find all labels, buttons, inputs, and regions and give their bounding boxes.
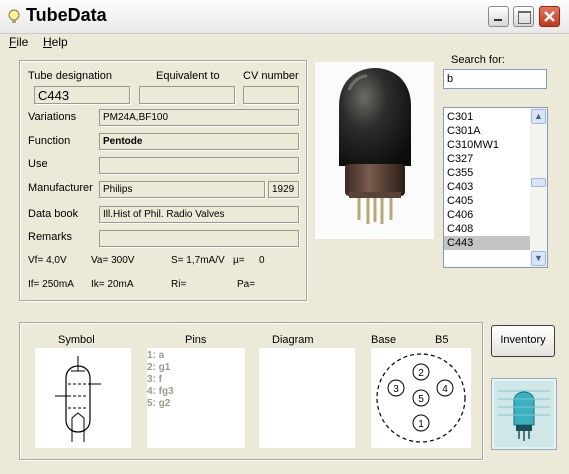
base-type-label: B5	[435, 334, 449, 346]
manufacturer-label: Manufacturer	[28, 182, 93, 194]
close-button[interactable]	[539, 6, 560, 27]
use-field[interactable]	[99, 157, 299, 174]
tube-list-item[interactable]: C443	[444, 236, 530, 250]
pin-line: 3: f	[147, 374, 162, 385]
vacuum-tube-image	[339, 68, 411, 224]
pin-line: 5: g2	[147, 398, 171, 409]
spec-if: If= 250mA	[28, 279, 74, 290]
close-icon	[544, 11, 555, 22]
spec-va: Va= 300V	[91, 255, 135, 266]
base-pin-3: 3	[393, 384, 399, 395]
diagram-label: Diagram	[272, 334, 314, 346]
cv-number-label: CV number	[243, 70, 299, 82]
spec-pa: Pa=	[237, 279, 256, 290]
tube-list-item[interactable]: C355	[444, 166, 530, 180]
pin-line: 2: g1	[147, 362, 171, 373]
window-title: TubeData	[26, 5, 107, 25]
remarks-field[interactable]	[99, 230, 299, 247]
tube-designation-field[interactable]: C443	[34, 86, 130, 104]
menu-file[interactable]: File	[9, 35, 28, 49]
minimize-icon	[494, 19, 502, 21]
tube-designation-label: Tube designation	[28, 70, 112, 82]
list-scrollbar[interactable]: ▲ ▼	[530, 108, 547, 267]
equivalent-field[interactable]	[139, 86, 235, 104]
spec-s: S= 1,7mA/V	[171, 255, 225, 266]
tube-list[interactable]: C301 C301A C310MW1 C327 C355 C403 C405 C406 C408…	[443, 107, 548, 268]
tube-list-item[interactable]: C405	[444, 194, 530, 208]
maximize-button[interactable]	[513, 6, 534, 27]
cv-number-field[interactable]	[243, 86, 299, 104]
tube-list-item[interactable]: C408	[444, 222, 530, 236]
base-pin-1: 1	[418, 419, 424, 430]
tube-list-item[interactable]: C406	[444, 208, 530, 222]
tube-list-item[interactable]: C310MW1	[444, 138, 530, 152]
year-field[interactable]: 1929	[268, 181, 299, 198]
function-label: Function	[28, 135, 71, 147]
pin-line: 4: fg3	[147, 386, 174, 397]
menu-help[interactable]: Help	[43, 35, 68, 49]
diagram-panel	[259, 348, 355, 448]
search-label: Search for:	[451, 54, 505, 66]
tube-photo	[315, 62, 434, 239]
tube-list-item[interactable]: C301	[444, 110, 530, 124]
base-pin-2: 2	[418, 368, 424, 379]
variations-field[interactable]: PM24A,BF100	[99, 109, 299, 126]
spec-mu-value: 0	[259, 255, 265, 266]
databook-label: Data book	[28, 208, 79, 220]
tube-list-item[interactable]: C403	[444, 180, 530, 194]
variations-label: Variations	[28, 111, 77, 123]
menu-bar: File Help	[0, 33, 569, 53]
minimize-button[interactable]	[488, 6, 509, 27]
lightbulb-icon	[8, 9, 20, 23]
tube-list-rows: C301 C301A C310MW1 C327 C355 C403 C405 C406 C408…	[444, 110, 530, 250]
function-field[interactable]: Pentode	[99, 133, 299, 150]
spec-mu: µ=	[233, 255, 245, 266]
use-label: Use	[28, 158, 48, 170]
equivalent-label: Equivalent to	[156, 70, 220, 82]
tube-logo-icon	[494, 381, 554, 447]
scroll-up-button[interactable]: ▲	[531, 109, 546, 124]
databook-field[interactable]: Ill.Hist of Phil. Radio Valves	[99, 206, 299, 223]
spec-vf: Vf= 4,0V	[28, 255, 67, 266]
spec-ik: Ik= 20mA	[91, 279, 134, 290]
pins-panel: 1: a 2: g1 3: f 4: fg3 5: g2	[147, 348, 245, 448]
tube-symbol	[35, 348, 131, 448]
tube-list-item[interactable]: C327	[444, 152, 530, 166]
tube-list-item[interactable]: C301A	[444, 124, 530, 138]
spec-ri: Ri=	[171, 279, 187, 290]
inventory-button[interactable]: Inventory	[491, 325, 555, 357]
app-logo	[491, 378, 557, 450]
scroll-down-button[interactable]: ▼	[531, 251, 546, 266]
pentode-symbol-icon	[55, 356, 101, 442]
manufacturer-field[interactable]: Philips	[99, 181, 265, 198]
scroll-thumb[interactable]	[531, 178, 546, 187]
base-pinout-diagram: 1 2 3 4 5	[376, 353, 466, 443]
base-pin-5: 5	[418, 394, 424, 405]
symbol-label: Symbol	[58, 334, 95, 346]
title-bar[interactable]: TubeData	[0, 0, 569, 34]
search-input[interactable]	[443, 69, 547, 89]
pins-label: Pins	[185, 334, 207, 346]
pin-line: 1: a	[147, 350, 165, 361]
remarks-label: Remarks	[28, 231, 73, 243]
base-panel: 1 2 3 4 5	[371, 348, 471, 448]
maximize-icon	[518, 11, 531, 24]
base-pin-4: 4	[442, 384, 448, 395]
base-label: Base	[371, 334, 397, 346]
